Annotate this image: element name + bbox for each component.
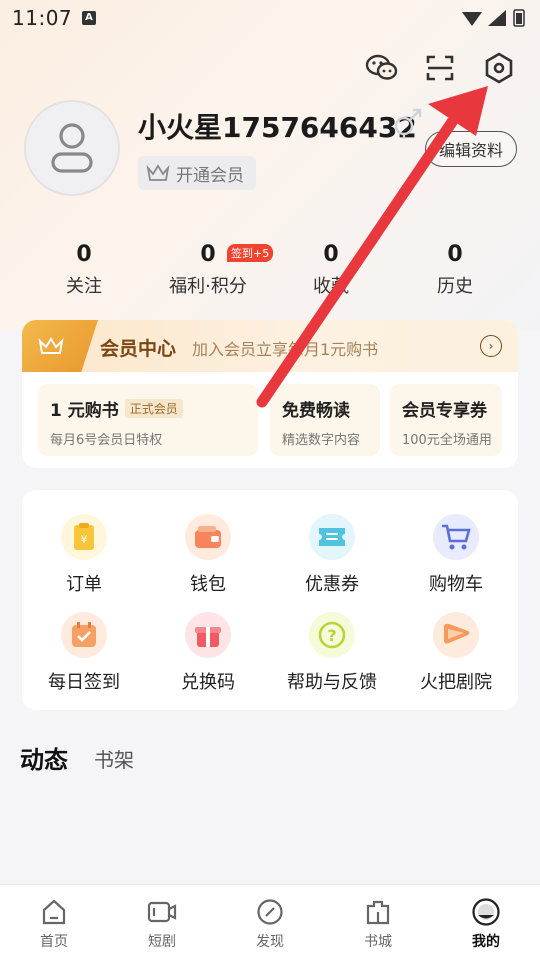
menu-label: 兑换码 (181, 672, 235, 693)
order-icon: ¥ (61, 514, 107, 560)
menu-label: 钱包 (190, 574, 226, 595)
tab-bookshelf[interactable]: 书架 (94, 744, 134, 773)
wifi-icon (462, 12, 482, 26)
stat-value: 0 (76, 242, 92, 267)
vip-tile-coupon[interactable]: 会员专享券 100元全场通用 (390, 384, 502, 456)
menu-item-coupons[interactable]: 优惠券 (270, 514, 394, 604)
coupon-icon (309, 514, 355, 560)
notification-indicator-icon: A (82, 11, 96, 25)
stat-label: 关注 (66, 276, 102, 297)
home-icon (39, 897, 69, 927)
nav-label: 首页 (40, 934, 68, 950)
bookstore-icon (363, 897, 393, 927)
stat-value: 0 (447, 242, 463, 267)
menu-label: 每日签到 (48, 672, 120, 693)
crown-icon (38, 337, 64, 354)
wallet-icon (185, 514, 231, 560)
menu-label: 帮助与反馈 (287, 672, 377, 693)
vip-center-title: 会员中心 (100, 338, 177, 360)
nav-discover[interactable]: 发现 (216, 897, 324, 951)
stat-label: 收藏 (313, 276, 349, 297)
menu-label: 订单 (66, 574, 102, 595)
vip-tile-desc: 100元全场通用 (402, 433, 492, 448)
chevron-right-icon[interactable]: › (480, 335, 502, 357)
vip-tile-desc: 精选数字内容 (282, 433, 361, 448)
help-icon: ? (309, 612, 355, 658)
open-vip-button[interactable]: 开通会员 (138, 156, 256, 190)
checkin-badge: 签到+5 (227, 244, 274, 262)
stat-following[interactable]: 0 关注 (24, 242, 144, 298)
signal-icon (488, 10, 506, 26)
nav-home[interactable]: 首页 (0, 897, 108, 951)
vip-tile-1yuan-book[interactable]: 1 元购书 正式会员 每月6号会员日特权 (38, 384, 258, 456)
video-icon (147, 897, 177, 927)
edit-profile-button[interactable]: 编辑资料 (425, 131, 517, 167)
avatar[interactable] (24, 100, 120, 196)
open-vip-label: 开通会员 (176, 165, 244, 186)
settings-icon[interactable] (479, 48, 519, 88)
service-menu: ¥ 订单 钱包 优惠券 购物车 每日签到 兑换码 ? 帮助与反馈 火把剧院 (22, 490, 518, 710)
tab-activity[interactable]: 动态 (20, 740, 68, 775)
vip-tile-title: 会员专享券 (402, 401, 487, 421)
stat-value: 0 (323, 242, 339, 267)
menu-item-wallet[interactable]: 钱包 (146, 514, 270, 604)
status-time: 11:07 (12, 6, 73, 30)
svg-text:¥: ¥ (81, 533, 88, 546)
stat-label: 福利·积分 (169, 276, 247, 297)
vip-center-subtitle: 加入会员立享每月1元购书 (192, 340, 379, 359)
vip-tile-tag: 正式会员 (124, 399, 183, 418)
wechat-icon[interactable] (362, 48, 402, 88)
nav-label: 书城 (364, 934, 392, 950)
header-actions (362, 48, 522, 88)
stat-label: 历史 (437, 276, 473, 297)
cart-icon (433, 514, 479, 560)
menu-label: 火把剧院 (420, 672, 492, 693)
bottom-navigation: 首页 短剧 发现 书城 我的 (0, 884, 540, 960)
profile-icon (471, 897, 501, 927)
menu-item-orders[interactable]: ¥ 订单 (22, 514, 146, 604)
gift-icon (185, 612, 231, 658)
gender-icon[interactable] (390, 108, 426, 140)
menu-item-help[interactable]: ? 帮助与反馈 (270, 612, 394, 702)
menu-item-checkin[interactable]: 每日签到 (22, 612, 146, 702)
vip-center-card[interactable]: 会员中心 加入会员立享每月1元购书 › 1 元购书 正式会员 每月6号会员日特权… (22, 320, 518, 468)
stat-favorites[interactable]: 0 收藏 (271, 242, 391, 298)
nav-label: 发现 (256, 934, 284, 950)
menu-item-cart[interactable]: 购物车 (394, 514, 518, 604)
nav-short-drama[interactable]: 短剧 (108, 897, 216, 951)
system-status-icons (462, 9, 525, 27)
vip-tile-desc: 每月6号会员日特权 (50, 433, 163, 448)
username: 小火星1757646432 (138, 111, 417, 144)
compass-icon (255, 897, 285, 927)
menu-item-redeem[interactable]: 兑换码 (146, 612, 270, 702)
menu-label: 优惠券 (305, 574, 359, 595)
theater-icon (433, 612, 479, 658)
crown-icon (146, 164, 170, 181)
nav-label: 我的 (472, 934, 500, 950)
nav-bookstore[interactable]: 书城 (324, 897, 432, 951)
scan-icon[interactable] (420, 48, 460, 88)
vip-center-header[interactable]: 会员中心 加入会员立享每月1元购书 › (22, 320, 518, 372)
vip-tile-free-reading[interactable]: 免费畅读 精选数字内容 (270, 384, 380, 456)
calendar-check-icon (61, 612, 107, 658)
nav-label: 短剧 (148, 934, 176, 950)
vip-crown-badge (22, 320, 98, 372)
menu-item-theater[interactable]: 火把剧院 (394, 612, 518, 702)
svg-text:?: ? (327, 626, 336, 645)
menu-label: 购物车 (429, 574, 483, 595)
stat-history[interactable]: 0 历史 (395, 242, 515, 298)
nav-profile[interactable]: 我的 (432, 897, 540, 951)
vip-tile-title: 免费畅读 (282, 401, 350, 421)
status-bar: 11:07 A (0, 0, 540, 36)
vip-tile-title: 1 元购书 (50, 401, 119, 421)
